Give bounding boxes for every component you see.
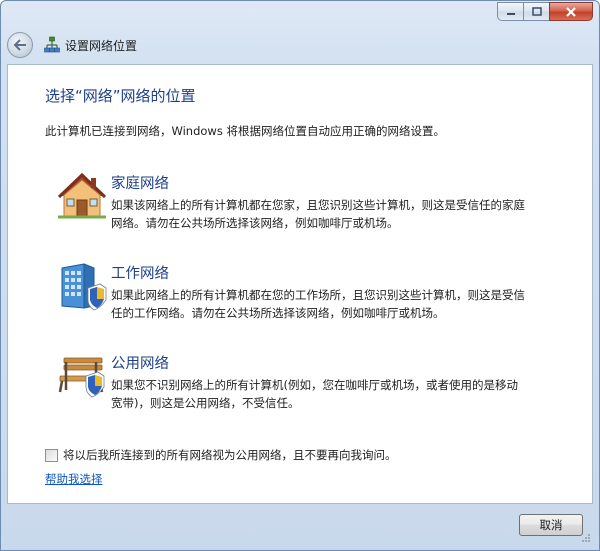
close-button[interactable]	[549, 2, 593, 21]
work-network-description: 如果此网络上的所有计算机都在您的工作场所，且您识别这些计算机，则这是受信任的工作…	[111, 288, 525, 320]
public-network-option[interactable]: 公用网络 如果您不识别网络上的所有计算机(例如，您在咖啡厅或机场，或者使用的是移…	[56, 350, 576, 414]
office-building-icon	[61, 263, 107, 311]
network-icon	[44, 36, 60, 53]
window-controls	[497, 2, 593, 21]
work-network-title: 工作网络	[111, 266, 169, 282]
page-heading: 选择“网络”网络的位置	[45, 87, 196, 105]
window-title: 设置网络位置	[65, 38, 138, 53]
navigation-bar: 设置网络位置	[7, 29, 593, 61]
home-network-title: 家庭网络	[111, 176, 169, 192]
park-bench-icon	[58, 357, 105, 398]
content-panel: 选择“网络”网络的位置 此计算机已连接到网络，Windows 将根据网络位置自动…	[7, 64, 593, 504]
back-arrow-icon	[13, 39, 26, 51]
minimize-icon	[506, 12, 515, 15]
house-icon	[57, 172, 107, 219]
public-network-title: 公用网络	[111, 356, 169, 372]
treat-all-public-option: 将以后我所连接到的所有网络视为公用网络，且不要再向我询问。	[45, 447, 397, 463]
minimize-button[interactable]	[497, 2, 523, 21]
close-icon	[566, 6, 576, 17]
public-network-description: 如果您不识别网络上的所有计算机(例如，您在咖啡厅或机场，或者使用的是移动宽带)，…	[111, 378, 518, 410]
home-network-description: 如果该网络上的所有计算机都在您家，且您识别这些计算机，则这是受信任的家庭网络。请…	[111, 198, 525, 230]
home-network-option[interactable]: 家庭网络 如果该网络上的所有计算机都在您家，且您识别这些计算机，则这是受信任的家…	[56, 170, 576, 234]
help-me-choose-link[interactable]: 帮助我选择	[45, 471, 103, 487]
maximize-button[interactable]	[523, 2, 549, 21]
title-bar[interactable]	[1, 1, 599, 29]
resize-grip-icon[interactable]	[581, 533, 591, 543]
button-bar: 取消	[7, 505, 593, 545]
intro-text: 此计算机已连接到网络，Windows 将根据网络位置自动应用正确的网络设置。	[45, 124, 445, 138]
maximize-icon	[531, 7, 542, 16]
back-button[interactable]	[7, 32, 33, 58]
work-network-option[interactable]: 工作网络 如果此网络上的所有计算机都在您的工作场所，且您识别这些计算机，则这是受…	[56, 260, 576, 324]
dialog-window: 设置网络位置 选择“网络”网络的位置 此计算机已连接到网络，Windows 将根…	[0, 0, 600, 551]
treat-all-public-checkbox[interactable]	[45, 448, 58, 462]
cancel-button[interactable]: 取消	[519, 514, 583, 536]
treat-all-public-label[interactable]: 将以后我所连接到的所有网络视为公用网络，且不要再向我询问。	[63, 447, 397, 463]
